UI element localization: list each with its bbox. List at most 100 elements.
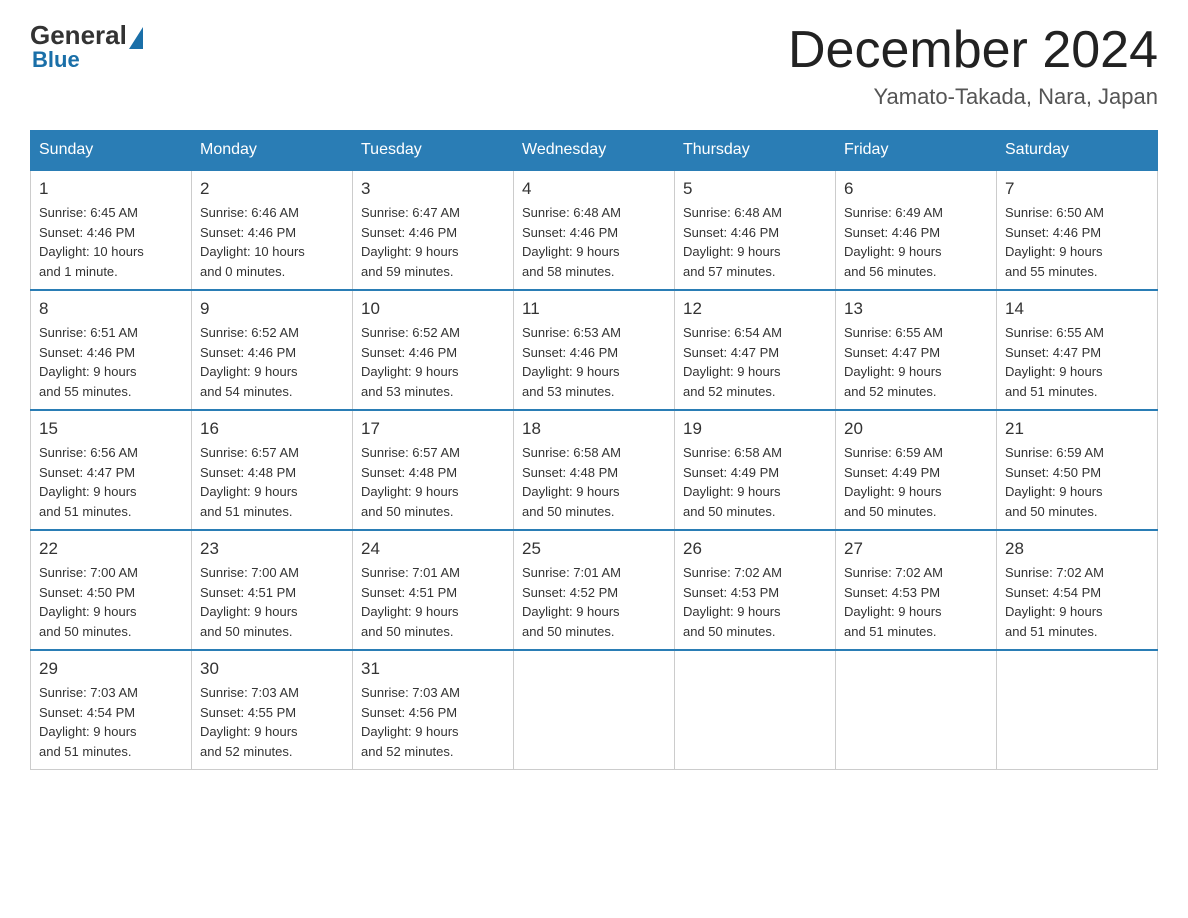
calendar-day-cell: 2 Sunrise: 6:46 AMSunset: 4:46 PMDaylight…: [192, 170, 353, 290]
calendar-table: SundayMondayTuesdayWednesdayThursdayFrid…: [30, 130, 1158, 770]
day-info: Sunrise: 6:46 AMSunset: 4:46 PMDaylight:…: [200, 203, 344, 281]
day-info: Sunrise: 6:51 AMSunset: 4:46 PMDaylight:…: [39, 323, 183, 401]
day-number: 8: [39, 299, 183, 319]
calendar-week-row: 1 Sunrise: 6:45 AMSunset: 4:46 PMDaylight…: [31, 170, 1158, 290]
weekday-header-row: SundayMondayTuesdayWednesdayThursdayFrid…: [31, 131, 1158, 171]
month-title: December 2024: [788, 20, 1158, 80]
calendar-day-cell: 30 Sunrise: 7:03 AMSunset: 4:55 PMDayligh…: [192, 650, 353, 770]
day-number: 12: [683, 299, 827, 319]
day-number: 1: [39, 179, 183, 199]
day-info: Sunrise: 7:00 AMSunset: 4:50 PMDaylight:…: [39, 563, 183, 641]
day-info: Sunrise: 6:57 AMSunset: 4:48 PMDaylight:…: [200, 443, 344, 521]
day-info: Sunrise: 6:56 AMSunset: 4:47 PMDaylight:…: [39, 443, 183, 521]
day-info: Sunrise: 6:55 AMSunset: 4:47 PMDaylight:…: [844, 323, 988, 401]
calendar-day-cell: 22Sunrise: 7:00 AMSunset: 4:50 PMDayligh…: [31, 530, 192, 650]
calendar-day-cell: 11Sunrise: 6:53 AMSunset: 4:46 PMDayligh…: [514, 290, 675, 410]
weekday-header-wednesday: Wednesday: [514, 131, 675, 171]
day-number: 24: [361, 539, 505, 559]
day-info: Sunrise: 7:01 AMSunset: 4:51 PMDaylight:…: [361, 563, 505, 641]
day-info: Sunrise: 6:48 AMSunset: 4:46 PMDaylight:…: [522, 203, 666, 281]
calendar-week-row: 29 Sunrise: 7:03 AMSunset: 4:54 PMDayligh…: [31, 650, 1158, 770]
calendar-day-cell: 25Sunrise: 7:01 AMSunset: 4:52 PMDayligh…: [514, 530, 675, 650]
day-info: Sunrise: 7:02 AMSunset: 4:53 PMDaylight:…: [844, 563, 988, 641]
day-number: 3: [361, 179, 505, 199]
day-info: Sunrise: 7:03 AMSunset: 4:56 PMDaylight:…: [361, 683, 505, 761]
weekday-header-friday: Friday: [836, 131, 997, 171]
calendar-day-cell: 26 Sunrise: 7:02 AMSunset: 4:53 PMDayligh…: [675, 530, 836, 650]
calendar-day-cell: 10 Sunrise: 6:52 AMSunset: 4:46 PMDayligh…: [353, 290, 514, 410]
day-info: Sunrise: 7:03 AMSunset: 4:54 PMDaylight:…: [39, 683, 183, 761]
calendar-empty-cell: [997, 650, 1158, 770]
day-number: 6: [844, 179, 988, 199]
day-info: Sunrise: 7:01 AMSunset: 4:52 PMDaylight:…: [522, 563, 666, 641]
day-number: 26: [683, 539, 827, 559]
calendar-day-cell: 8 Sunrise: 6:51 AMSunset: 4:46 PMDaylight…: [31, 290, 192, 410]
day-info: Sunrise: 6:48 AMSunset: 4:46 PMDaylight:…: [683, 203, 827, 281]
calendar-day-cell: 29 Sunrise: 7:03 AMSunset: 4:54 PMDayligh…: [31, 650, 192, 770]
day-number: 23: [200, 539, 344, 559]
day-number: 4: [522, 179, 666, 199]
day-info: Sunrise: 6:58 AMSunset: 4:49 PMDaylight:…: [683, 443, 827, 521]
calendar-week-row: 22Sunrise: 7:00 AMSunset: 4:50 PMDayligh…: [31, 530, 1158, 650]
calendar-day-cell: 5 Sunrise: 6:48 AMSunset: 4:46 PMDaylight…: [675, 170, 836, 290]
day-info: Sunrise: 6:53 AMSunset: 4:46 PMDaylight:…: [522, 323, 666, 401]
calendar-day-cell: 28 Sunrise: 7:02 AMSunset: 4:54 PMDayligh…: [997, 530, 1158, 650]
day-info: Sunrise: 6:57 AMSunset: 4:48 PMDaylight:…: [361, 443, 505, 521]
logo: General Blue: [30, 20, 145, 73]
day-info: Sunrise: 7:02 AMSunset: 4:54 PMDaylight:…: [1005, 563, 1149, 641]
calendar-day-cell: 1 Sunrise: 6:45 AMSunset: 4:46 PMDaylight…: [31, 170, 192, 290]
calendar-empty-cell: [514, 650, 675, 770]
day-number: 2: [200, 179, 344, 199]
calendar-day-cell: 14 Sunrise: 6:55 AMSunset: 4:47 PMDayligh…: [997, 290, 1158, 410]
day-info: Sunrise: 6:50 AMSunset: 4:46 PMDaylight:…: [1005, 203, 1149, 281]
calendar-day-cell: 3 Sunrise: 6:47 AMSunset: 4:46 PMDaylight…: [353, 170, 514, 290]
day-number: 27: [844, 539, 988, 559]
logo-triangle-icon: [129, 27, 143, 49]
day-number: 28: [1005, 539, 1149, 559]
day-number: 14: [1005, 299, 1149, 319]
day-info: Sunrise: 6:52 AMSunset: 4:46 PMDaylight:…: [200, 323, 344, 401]
day-number: 9: [200, 299, 344, 319]
calendar-week-row: 15 Sunrise: 6:56 AMSunset: 4:47 PMDayligh…: [31, 410, 1158, 530]
weekday-header-monday: Monday: [192, 131, 353, 171]
day-number: 10: [361, 299, 505, 319]
day-number: 30: [200, 659, 344, 679]
logo-blue-text: Blue: [32, 47, 80, 73]
calendar-day-cell: 20Sunrise: 6:59 AMSunset: 4:49 PMDayligh…: [836, 410, 997, 530]
weekday-header-saturday: Saturday: [997, 131, 1158, 171]
calendar-day-cell: 7Sunrise: 6:50 AMSunset: 4:46 PMDaylight…: [997, 170, 1158, 290]
day-info: Sunrise: 7:03 AMSunset: 4:55 PMDaylight:…: [200, 683, 344, 761]
day-number: 18: [522, 419, 666, 439]
day-number: 29: [39, 659, 183, 679]
day-info: Sunrise: 7:00 AMSunset: 4:51 PMDaylight:…: [200, 563, 344, 641]
calendar-day-cell: 9 Sunrise: 6:52 AMSunset: 4:46 PMDaylight…: [192, 290, 353, 410]
day-info: Sunrise: 6:45 AMSunset: 4:46 PMDaylight:…: [39, 203, 183, 281]
day-number: 13: [844, 299, 988, 319]
page-header: General Blue December 2024 Yamato-Takada…: [30, 20, 1158, 110]
calendar-day-cell: 23 Sunrise: 7:00 AMSunset: 4:51 PMDayligh…: [192, 530, 353, 650]
day-number: 20: [844, 419, 988, 439]
day-number: 19: [683, 419, 827, 439]
calendar-empty-cell: [836, 650, 997, 770]
calendar-day-cell: 31Sunrise: 7:03 AMSunset: 4:56 PMDayligh…: [353, 650, 514, 770]
day-info: Sunrise: 6:47 AMSunset: 4:46 PMDaylight:…: [361, 203, 505, 281]
day-number: 15: [39, 419, 183, 439]
day-info: Sunrise: 6:52 AMSunset: 4:46 PMDaylight:…: [361, 323, 505, 401]
calendar-day-cell: 4 Sunrise: 6:48 AMSunset: 4:46 PMDaylight…: [514, 170, 675, 290]
day-info: Sunrise: 7:02 AMSunset: 4:53 PMDaylight:…: [683, 563, 827, 641]
day-info: Sunrise: 6:58 AMSunset: 4:48 PMDaylight:…: [522, 443, 666, 521]
location-title: Yamato-Takada, Nara, Japan: [788, 84, 1158, 110]
title-area: December 2024 Yamato-Takada, Nara, Japan: [788, 20, 1158, 110]
weekday-header-tuesday: Tuesday: [353, 131, 514, 171]
day-number: 16: [200, 419, 344, 439]
day-number: 17: [361, 419, 505, 439]
calendar-day-cell: 24 Sunrise: 7:01 AMSunset: 4:51 PMDayligh…: [353, 530, 514, 650]
calendar-week-row: 8 Sunrise: 6:51 AMSunset: 4:46 PMDaylight…: [31, 290, 1158, 410]
day-number: 5: [683, 179, 827, 199]
calendar-day-cell: 21Sunrise: 6:59 AMSunset: 4:50 PMDayligh…: [997, 410, 1158, 530]
calendar-day-cell: 13 Sunrise: 6:55 AMSunset: 4:47 PMDayligh…: [836, 290, 997, 410]
day-info: Sunrise: 6:55 AMSunset: 4:47 PMDaylight:…: [1005, 323, 1149, 401]
calendar-day-cell: 18 Sunrise: 6:58 AMSunset: 4:48 PMDayligh…: [514, 410, 675, 530]
day-info: Sunrise: 6:54 AMSunset: 4:47 PMDaylight:…: [683, 323, 827, 401]
calendar-day-cell: 12 Sunrise: 6:54 AMSunset: 4:47 PMDayligh…: [675, 290, 836, 410]
